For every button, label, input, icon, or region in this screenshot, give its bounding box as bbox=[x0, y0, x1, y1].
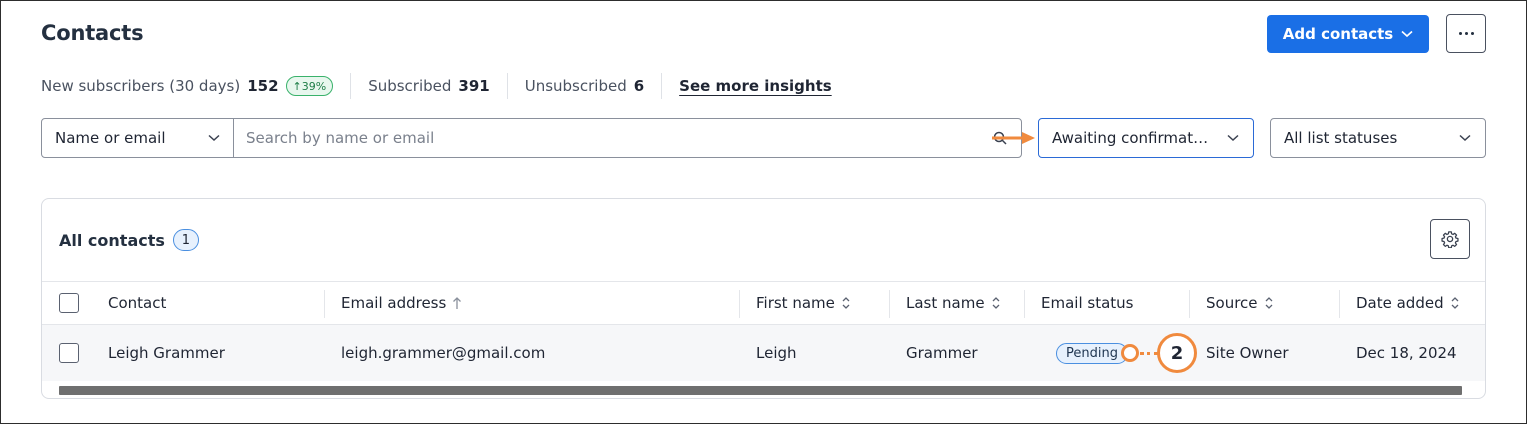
sort-ascending-icon bbox=[453, 297, 462, 309]
ellipsis-icon bbox=[1458, 32, 1462, 35]
gear-icon bbox=[1441, 231, 1459, 248]
table-title-label: All contacts bbox=[59, 230, 165, 250]
callout-number-badge: 2 bbox=[1157, 333, 1197, 373]
sort-icon bbox=[842, 297, 850, 309]
sort-icon bbox=[1265, 297, 1272, 309]
date-added-cell: Dec 18, 2024 bbox=[1356, 344, 1457, 362]
column-label: Email address bbox=[341, 294, 447, 312]
column-label: Date added bbox=[1356, 294, 1444, 312]
subscribed-stat: Subscribed 391 bbox=[368, 73, 508, 99]
add-contacts-button[interactable]: Add contacts bbox=[1267, 15, 1429, 53]
source-cell: Site Owner bbox=[1206, 344, 1289, 362]
table-row[interactable]: Leigh Grammer leigh.grammer@gmail.com Le… bbox=[42, 325, 1485, 381]
column-divider bbox=[739, 290, 740, 318]
status-badge: Pending bbox=[1056, 342, 1128, 364]
more-options-button[interactable] bbox=[1446, 14, 1486, 53]
search-input[interactable] bbox=[233, 118, 1022, 158]
horizontal-scrollbar-thumb[interactable] bbox=[59, 386, 1462, 395]
search-field-select[interactable]: Name or email bbox=[41, 118, 234, 158]
column-email-address[interactable]: Email address bbox=[341, 282, 462, 324]
chevron-down-icon bbox=[1401, 30, 1413, 38]
table-header: Contact Email address First name Last na… bbox=[42, 281, 1485, 325]
new-subscribers-stat: New subscribers (30 days) 152 ↑39% bbox=[41, 73, 352, 99]
column-divider bbox=[1024, 290, 1025, 318]
column-divider bbox=[1189, 290, 1190, 318]
column-last-name[interactable]: Last name bbox=[906, 282, 1001, 324]
unsubscribed-stat: Unsubscribed 6 bbox=[524, 73, 663, 99]
column-divider bbox=[1339, 290, 1340, 318]
list-status-filter-value: All list statuses bbox=[1284, 129, 1398, 147]
subscribed-label: Subscribed bbox=[368, 77, 452, 95]
email-status-filter[interactable]: Awaiting confirmat… bbox=[1038, 118, 1254, 158]
column-source[interactable]: Source bbox=[1206, 282, 1274, 324]
new-subscribers-value: 152 bbox=[247, 77, 279, 95]
column-date-added[interactable]: Date added bbox=[1356, 282, 1460, 324]
add-contacts-label: Add contacts bbox=[1282, 25, 1394, 43]
first-name-cell: Leigh bbox=[756, 344, 797, 362]
email-cell: leigh.grammer@gmail.com bbox=[341, 344, 546, 362]
column-email-status: Email status bbox=[1041, 282, 1133, 324]
column-label: First name bbox=[756, 294, 835, 312]
table-title: All contacts 1 bbox=[59, 229, 199, 251]
subscriber-stats: New subscribers (30 days) 152 ↑39% Subsc… bbox=[41, 73, 832, 99]
column-label: Email status bbox=[1041, 294, 1134, 312]
unsubscribed-label: Unsubscribed bbox=[524, 77, 627, 95]
column-label: Contact bbox=[108, 294, 167, 312]
email-status-cell: Pending bbox=[1056, 325, 1128, 381]
chevron-down-icon bbox=[208, 134, 220, 142]
select-all-checkbox[interactable] bbox=[59, 293, 79, 313]
list-status-filter[interactable]: All list statuses bbox=[1270, 118, 1486, 158]
column-divider bbox=[889, 290, 890, 318]
column-first-name[interactable]: First name bbox=[756, 282, 851, 324]
row-select-cell bbox=[59, 325, 79, 381]
callout-marker-dot bbox=[1121, 344, 1139, 362]
select-all-cell bbox=[59, 282, 79, 324]
page-title: Contacts bbox=[41, 21, 144, 45]
callout-connector bbox=[1140, 352, 1158, 355]
search-field-select-value: Name or email bbox=[55, 129, 166, 147]
table-settings-button[interactable] bbox=[1430, 219, 1470, 259]
chevron-down-icon bbox=[1227, 134, 1239, 142]
email-status-filter-value: Awaiting confirmat… bbox=[1052, 129, 1209, 147]
column-contact: Contact bbox=[108, 282, 166, 324]
column-label: Source bbox=[1206, 294, 1258, 312]
contact-name-cell[interactable]: Leigh Grammer bbox=[108, 325, 225, 381]
sort-icon bbox=[1451, 297, 1459, 309]
column-divider bbox=[324, 290, 325, 318]
callout-arrow-icon bbox=[992, 132, 1035, 144]
see-more-insights-link[interactable]: See more insights bbox=[679, 77, 832, 95]
row-checkbox[interactable] bbox=[59, 343, 79, 363]
contacts-table-card: All contacts 1 Contact Email address Fir… bbox=[41, 198, 1486, 399]
subscribed-value: 391 bbox=[458, 77, 490, 95]
column-label: Last name bbox=[906, 294, 985, 312]
chevron-down-icon bbox=[1459, 134, 1471, 142]
growth-badge: ↑39% bbox=[285, 76, 334, 96]
contacts-count-badge: 1 bbox=[172, 229, 199, 251]
new-subscribers-label: New subscribers (30 days) bbox=[41, 77, 241, 95]
sort-icon bbox=[992, 297, 1000, 309]
last-name-cell: Grammer bbox=[906, 344, 978, 362]
unsubscribed-value: 6 bbox=[633, 77, 645, 95]
